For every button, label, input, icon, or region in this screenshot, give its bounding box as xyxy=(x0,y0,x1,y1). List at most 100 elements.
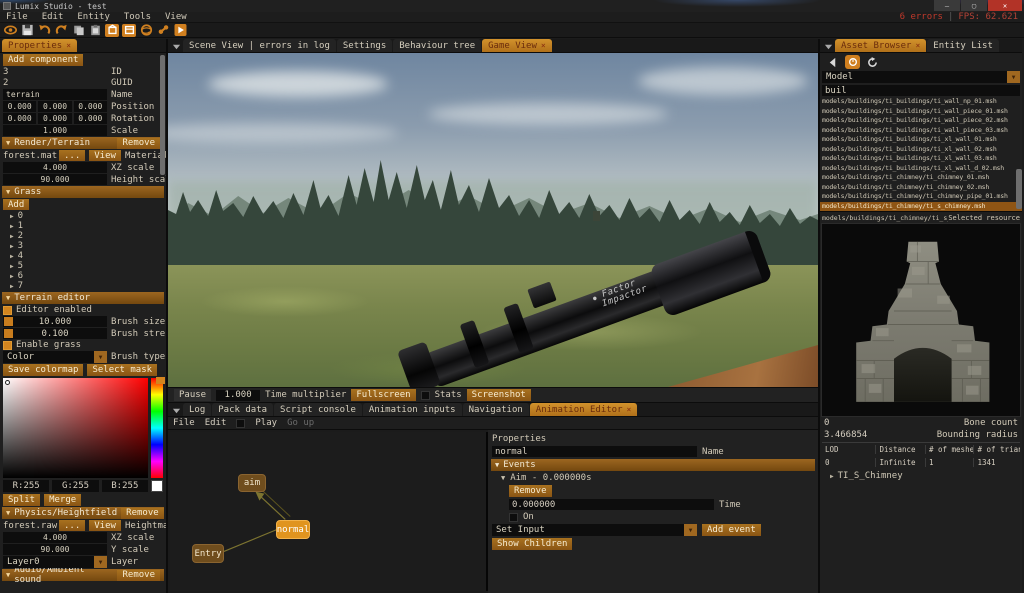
minimize-button[interactable]: – xyxy=(934,0,960,11)
audio-ambient-header[interactable]: ▼ Audio/Ambient sound Remove xyxy=(2,569,164,581)
tab-entity-list[interactable]: Entity List xyxy=(927,39,999,52)
merge-button[interactable]: Merge xyxy=(44,494,81,506)
save-colormap-button[interactable]: Save colormap xyxy=(3,364,83,376)
eye-icon[interactable] xyxy=(3,24,17,37)
heightmap-browse-button[interactable]: ... xyxy=(59,520,85,531)
tab-settings[interactable]: Settings xyxy=(337,39,392,52)
tab-pack-data[interactable]: Pack data xyxy=(212,403,273,416)
grass-item-4[interactable]: ▶4 xyxy=(0,251,166,261)
editor-enabled-checkbox[interactable] xyxy=(3,306,12,315)
asset-item[interactable]: models/buildings/ti_buildings/ti_wall_pi… xyxy=(820,126,1022,136)
physics-xz-scale-input[interactable]: 4.000 xyxy=(3,532,107,543)
saturation-value-area[interactable] xyxy=(3,378,148,478)
mesh-tree-item[interactable]: ▶ TI_S_Chimney xyxy=(820,470,1022,482)
physics-y-scale-input[interactable]: 90.000 xyxy=(3,544,107,555)
tab-script-console[interactable]: Script console xyxy=(274,403,362,416)
maximize-button[interactable]: ▢ xyxy=(961,0,987,11)
anim-menu-edit[interactable]: Edit xyxy=(205,418,227,428)
anim-menu-file[interactable]: File xyxy=(173,418,195,428)
blue-value[interactable]: B:255 xyxy=(102,480,148,492)
asset-item[interactable]: models/buildings/ti_buildings/ti_xl_wall… xyxy=(820,154,1022,164)
split-button[interactable]: Split xyxy=(3,494,40,506)
screenshot-button[interactable]: Screenshot xyxy=(467,389,531,401)
error-count[interactable]: 6 errors xyxy=(900,12,943,22)
play-icon[interactable] xyxy=(173,24,187,37)
material-view-button[interactable]: View xyxy=(89,150,121,161)
menu-file[interactable]: File xyxy=(6,12,28,22)
color-swatch[interactable] xyxy=(151,480,163,492)
position-z-input[interactable]: 0.000 xyxy=(74,101,107,112)
node-aim[interactable]: aim xyxy=(238,474,266,492)
game-viewport[interactable]: ● Factor Impactor xyxy=(168,53,818,387)
show-children-button[interactable]: Show Children xyxy=(492,538,572,550)
anim-play-label[interactable]: Play xyxy=(255,418,277,428)
height-scale-input[interactable]: 90.000 xyxy=(3,174,107,185)
grass-item-2[interactable]: ▶2 xyxy=(0,231,166,241)
green-value[interactable]: G:255 xyxy=(52,480,98,492)
close-button[interactable]: ✕ xyxy=(988,0,1022,11)
red-value[interactable]: R:255 xyxy=(3,480,49,492)
animation-node-graph[interactable]: aim normal Entry xyxy=(170,432,488,591)
asset-type-dropdown[interactable]: Model ▼ xyxy=(822,71,1020,83)
grass-item-3[interactable]: ▶3 xyxy=(0,241,166,251)
asset-item[interactable]: models/buildings/ti_buildings/ti_xl_wall… xyxy=(820,145,1022,155)
grass-item-0[interactable]: ▶0 xyxy=(0,211,166,221)
menu-tools[interactable]: Tools xyxy=(124,12,151,22)
asset-list-scrollbar[interactable] xyxy=(1016,169,1022,209)
asset-item[interactable]: models/buildings/ti_buildings/ti_wall_pi… xyxy=(820,116,1022,126)
tab-navigation[interactable]: Navigation xyxy=(463,403,529,416)
material-browse-button[interactable]: ... xyxy=(59,150,85,161)
brush-strength-slider[interactable]: 0.100 xyxy=(3,328,107,339)
position-y-input[interactable]: 0.000 xyxy=(38,101,71,112)
position-x-input[interactable]: 0.000 xyxy=(3,101,36,112)
asset-search-input[interactable]: buil xyxy=(822,85,1020,96)
name-input[interactable]: terrain xyxy=(3,89,107,100)
event-on-checkbox[interactable] xyxy=(509,513,518,522)
node-normal[interactable]: normal xyxy=(276,520,310,539)
refresh-icon[interactable] xyxy=(865,55,880,69)
asset-item-selected[interactable]: models/buildings/ti_chimney/ti_s_chimney… xyxy=(820,202,1022,212)
menu-entity[interactable]: Entity xyxy=(77,12,110,22)
tab-scene-view[interactable]: Scene View | errors in log xyxy=(183,39,336,52)
pack-project-icon[interactable] xyxy=(105,24,119,37)
close-icon[interactable]: × xyxy=(915,41,920,50)
menu-view[interactable]: View xyxy=(165,12,187,22)
event-item-aim[interactable]: ▼Aim - 0.000000s xyxy=(501,473,814,483)
asset-item[interactable]: models/buildings/ti_chimney/ti_chimney_0… xyxy=(820,173,1022,183)
asset-item[interactable]: models/buildings/ti_buildings/ti_wall_np… xyxy=(820,97,1022,107)
close-icon[interactable]: × xyxy=(66,41,71,50)
rotation-y-input[interactable]: 0.000 xyxy=(38,113,71,124)
tab-log[interactable]: Log xyxy=(183,403,211,416)
node-entry[interactable]: Entry xyxy=(192,544,224,563)
add-event-button[interactable]: Add event xyxy=(702,524,761,536)
events-header[interactable]: ▼Events xyxy=(491,459,815,471)
xz-scale-input[interactable]: 4.000 xyxy=(3,162,107,173)
time-multiplier-input[interactable]: 1.000 xyxy=(216,390,260,401)
fullscreen-button[interactable]: Fullscreen xyxy=(351,389,415,401)
brush-size-slider[interactable]: 10.000 xyxy=(3,316,107,327)
tab-animation-inputs[interactable]: Animation inputs xyxy=(363,403,462,416)
render-terrain-header[interactable]: ▼ Render/Terrain Remove xyxy=(2,137,164,149)
event-type-dropdown[interactable]: Set Input▼ xyxy=(492,524,697,536)
plugin-icon[interactable] xyxy=(156,24,170,37)
select-mask-button[interactable]: Select mask xyxy=(87,364,157,376)
window-menu-icon[interactable] xyxy=(170,40,182,52)
hue-bar[interactable] xyxy=(151,378,163,478)
asset-item[interactable]: models/buildings/ti_chimney/ti_chimney_0… xyxy=(820,183,1022,193)
menu-edit[interactable]: Edit xyxy=(42,12,64,22)
brush-type-dropdown[interactable]: Color▼ xyxy=(3,351,107,363)
tab-behaviour-tree[interactable]: Behaviour tree xyxy=(393,39,481,52)
scale-input[interactable]: 1.000 xyxy=(3,125,107,136)
close-icon[interactable]: × xyxy=(541,41,546,50)
node-name-input[interactable]: normal xyxy=(492,446,697,457)
properties-scrollbar[interactable] xyxy=(160,55,165,175)
copy-icon[interactable] xyxy=(71,24,85,37)
grass-item-5[interactable]: ▶5 xyxy=(0,261,166,271)
physics-heightfield-header[interactable]: ▼ Physics/Heightfield Remove xyxy=(2,507,164,519)
remove-physics-button[interactable]: Remove xyxy=(121,508,164,519)
layer-dropdown[interactable]: Layer0▼ xyxy=(3,556,107,568)
play-checkbox[interactable] xyxy=(236,419,245,428)
back-icon[interactable] xyxy=(825,55,840,69)
asset-item[interactable]: models/buildings/ti_chimney/ti_chimney_p… xyxy=(820,192,1022,202)
tab-game-view[interactable]: Game View× xyxy=(482,39,552,52)
